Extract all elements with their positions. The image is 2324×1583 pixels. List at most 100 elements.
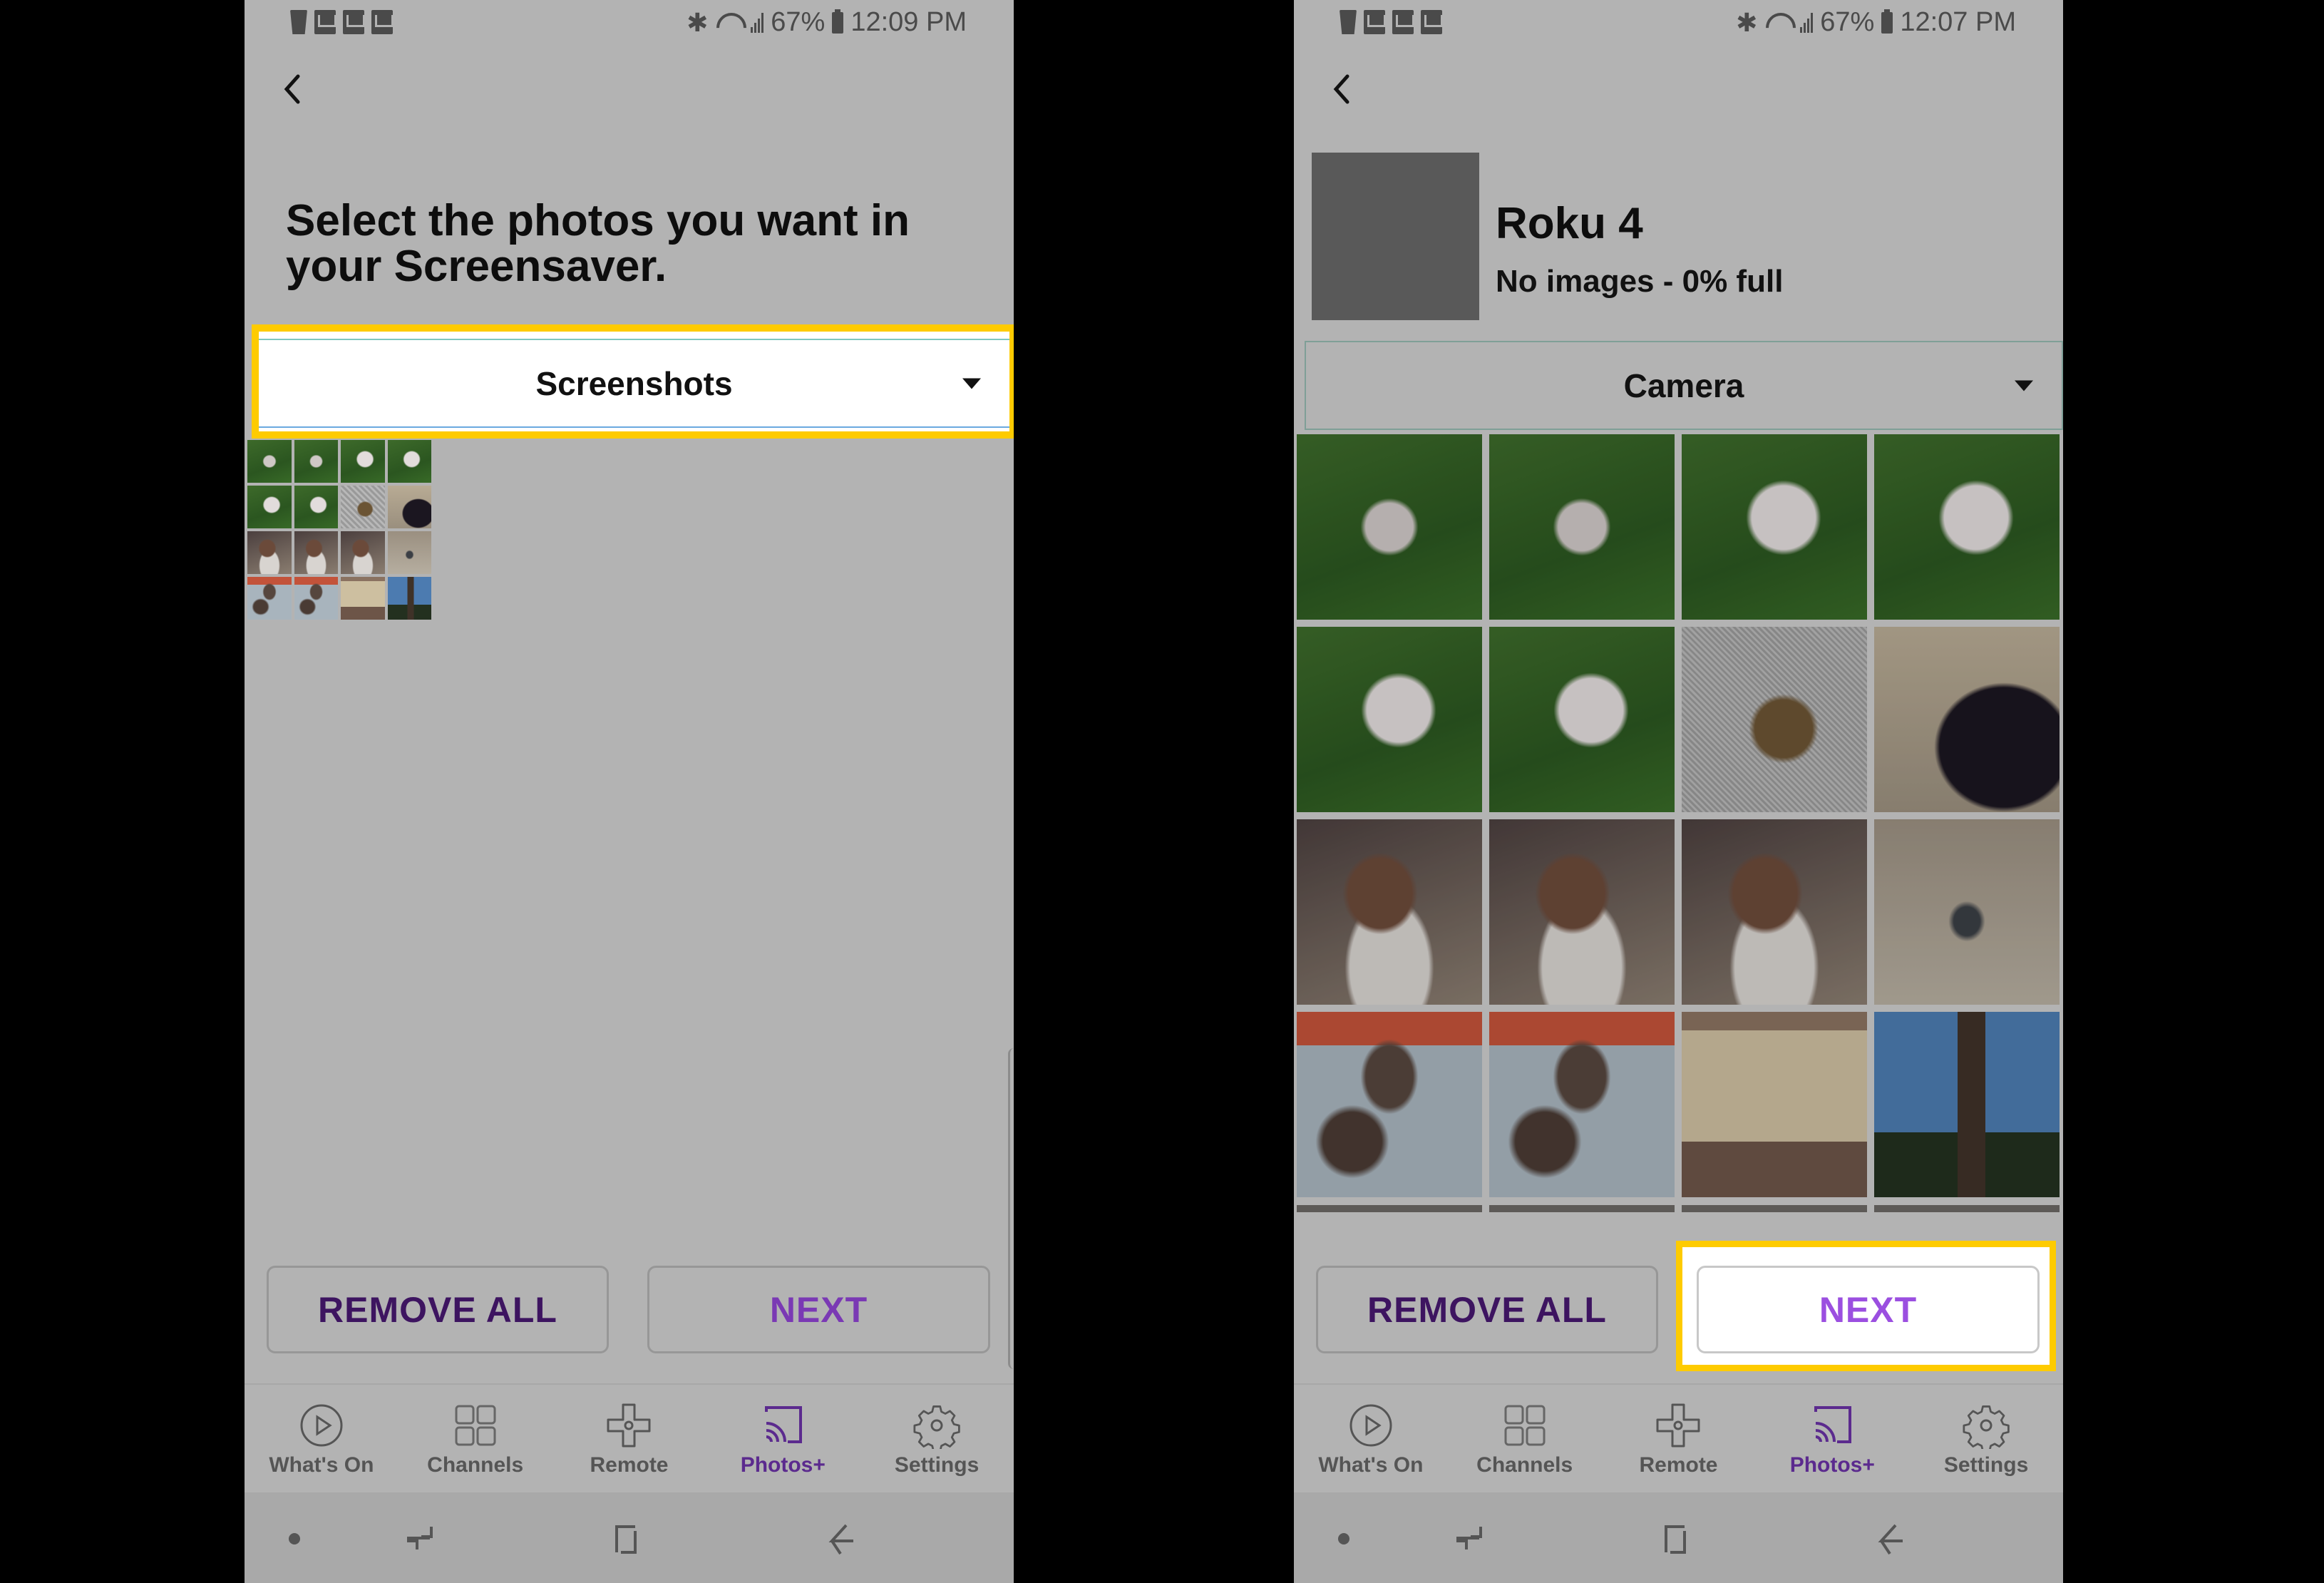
album-dropdown-value: Screenshots: [535, 364, 733, 402]
device-thumbnail: [1312, 153, 1479, 320]
gear-icon: [913, 1405, 960, 1449]
photo-grid-next-row: [1297, 1205, 2061, 1212]
mini-photo: [247, 486, 292, 528]
mini-photo: [247, 531, 292, 574]
home-icon[interactable]: [601, 1514, 651, 1564]
bluetooth-icon: ✱: [1736, 7, 1758, 37]
back-button[interactable]: [274, 71, 310, 107]
album-dropdown-value: Camera: [1623, 367, 1744, 404]
photo-tile[interactable]: [1874, 434, 2060, 620]
status-right: ✱ 67% 12:07 PM: [1736, 7, 2016, 38]
photo-tile[interactable]: [1874, 627, 2060, 812]
play-circle-icon: [300, 1404, 343, 1447]
mini-photo: [341, 577, 385, 620]
wifi-icon: [1764, 11, 1793, 34]
mini-photo: [341, 486, 385, 528]
photo-tile[interactable]: [1682, 1012, 1867, 1197]
dpad-icon: [607, 1403, 651, 1448]
android-nav-bar: [1294, 1492, 2063, 1583]
album-dropdown[interactable]: Screenshots: [259, 339, 1009, 428]
page-title: Select the photos you want in your Scree…: [286, 196, 910, 291]
cup-icon: [290, 10, 307, 34]
battery-percent: 67%: [771, 7, 826, 37]
tab-remote[interactable]: Remote: [552, 1385, 706, 1492]
photo-grid: [1297, 434, 2061, 1197]
photo-tile[interactable]: [1682, 627, 1867, 812]
notification-icons: [290, 10, 394, 34]
battery-percent: 67%: [1820, 7, 1875, 37]
home-icon[interactable]: [1650, 1514, 1700, 1564]
screenshot-thumbnail[interactable]: [247, 440, 431, 620]
remove-all-button[interactable]: REMOVE ALL: [267, 1266, 609, 1353]
tab-settings[interactable]: Settings: [1909, 1385, 2063, 1492]
photo-tile[interactable]: [1489, 819, 1675, 1005]
gmail-icon: [1364, 10, 1386, 34]
tab-label: Photos+: [1789, 1453, 1875, 1477]
photo-tile[interactable]: [1682, 434, 1867, 620]
tab-channels[interactable]: Channels: [1448, 1385, 1602, 1492]
back-icon[interactable]: [815, 1514, 865, 1564]
next-button[interactable]: NEXT: [647, 1266, 990, 1353]
back-icon[interactable]: [1864, 1514, 1914, 1564]
photo-tile[interactable]: [1297, 627, 1482, 812]
dot-icon[interactable]: [1319, 1514, 1369, 1564]
dot-icon[interactable]: [269, 1514, 319, 1564]
gmail-icon: [1421, 10, 1443, 34]
tab-label: Channels: [1476, 1453, 1573, 1477]
tab-label: Remote: [590, 1453, 669, 1477]
android-nav-bar: [245, 1492, 1014, 1583]
photo-tile[interactable]: [1297, 1012, 1482, 1197]
remove-all-button[interactable]: REMOVE ALL: [1316, 1266, 1658, 1353]
gear-icon: [1963, 1405, 2010, 1449]
next-button[interactable]: NEXT: [1697, 1266, 2040, 1353]
status-bar: ✱ 67% 12:07 PM: [1294, 0, 2063, 50]
cast-icon: [1814, 1406, 1852, 1443]
status-right: ✱ 67% 12:09 PM: [687, 7, 967, 38]
tab-photos-plus[interactable]: Photos+: [1755, 1385, 1909, 1492]
recents-icon[interactable]: [394, 1514, 444, 1564]
tab-photos-plus[interactable]: Photos+: [706, 1385, 860, 1492]
tab-label: Settings: [1943, 1453, 2029, 1477]
caret-down-icon: [2015, 380, 2033, 391]
photo-tile[interactable]: [1297, 819, 1482, 1005]
tab-whats-on[interactable]: What's On: [1294, 1385, 1448, 1492]
inbox-icon: [343, 10, 365, 34]
scrollbar[interactable]: [1008, 1048, 1014, 1369]
back-button[interactable]: [1324, 71, 1359, 107]
caret-down-icon: [962, 378, 981, 389]
tab-channels[interactable]: Channels: [399, 1385, 552, 1492]
chevron-left-icon: [284, 74, 300, 104]
recents-icon[interactable]: [1444, 1514, 1493, 1564]
device-storage-status: No images - 0% full: [1496, 264, 1784, 299]
tab-label: Settings: [894, 1453, 980, 1477]
chevron-left-icon: [1333, 74, 1349, 104]
dpad-icon: [1656, 1403, 1700, 1448]
tab-remote[interactable]: Remote: [1602, 1385, 1756, 1492]
album-dropdown[interactable]: Camera: [1305, 341, 2063, 430]
photo-tile[interactable]: [1874, 1012, 2060, 1197]
tab-settings[interactable]: Settings: [860, 1385, 1014, 1492]
photo-tile[interactable]: [1874, 819, 2060, 1005]
bottom-tab-bar: What's On Channels Remote Photos+ Settin…: [1294, 1383, 2063, 1492]
bluetooth-icon: ✱: [687, 7, 709, 37]
mini-photo: [294, 486, 338, 528]
mini-photo: [387, 440, 431, 483]
photo-tile[interactable]: [1297, 434, 1482, 620]
photo-tile[interactable]: [1682, 819, 1867, 1005]
photo-tile[interactable]: [1489, 1012, 1675, 1197]
grid-icon: [1504, 1405, 1546, 1446]
gmail-icon: [371, 10, 394, 34]
mini-photo: [247, 440, 292, 483]
device-name: Roku 4: [1496, 199, 1643, 248]
photo-tile[interactable]: [1489, 627, 1675, 812]
signal-icon: [751, 12, 764, 33]
grid-icon: [455, 1405, 496, 1446]
bottom-tab-bar: What's On Channels Remote Photos+ Settin…: [245, 1383, 1014, 1492]
signal-icon: [1800, 12, 1814, 33]
gmail-icon: [314, 10, 336, 34]
mini-photo: [294, 440, 338, 483]
photo-tile[interactable]: [1489, 434, 1675, 620]
mini-photo: [247, 577, 292, 620]
tab-whats-on[interactable]: What's On: [245, 1385, 399, 1492]
cup-icon: [1340, 10, 1357, 34]
